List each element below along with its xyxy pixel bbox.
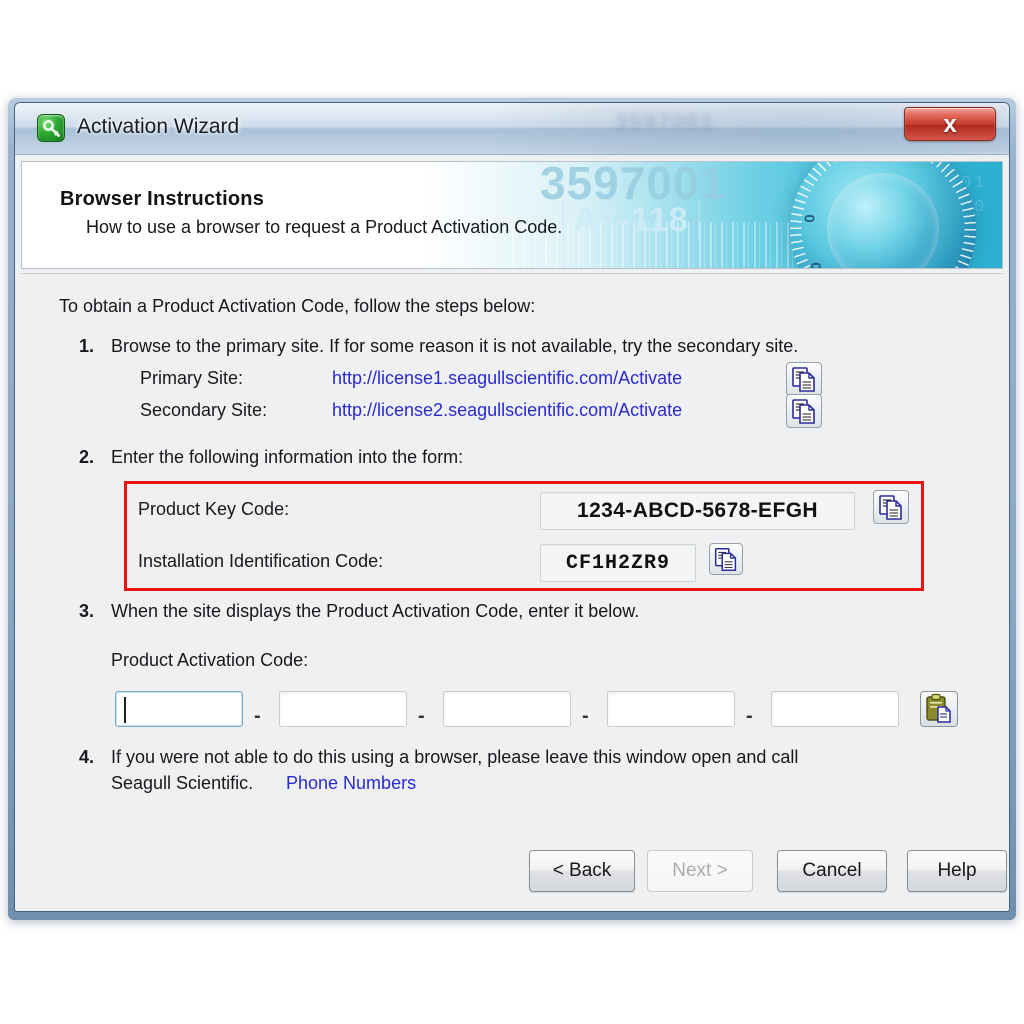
product-key-code-label: Product Key Code: (138, 499, 290, 519)
dial-number-90: 90 (808, 262, 825, 268)
wizard-header-banner: 3597001 A7-118 0101101 1001 1010 0110 01… (21, 161, 1003, 269)
secondary-site-label: Secondary Site: (140, 400, 268, 420)
activation-wizard-window: 3597001 Activation Wizard x 3597001 A7-1… (8, 98, 1016, 920)
page-subtitle: How to use a browser to request a Produc… (86, 217, 563, 237)
step-4-text-line2: Seagull Scientific. (111, 773, 254, 793)
intro-text: To obtain a Product Activation Code, fol… (59, 296, 536, 316)
step-3-text: When the site displays the Product Activ… (111, 601, 640, 621)
primary-site-link[interactable]: http://license1.seagullscientific.com/Ac… (332, 368, 682, 389)
key-icon (37, 114, 65, 142)
banner-code-text: A7-118 (562, 200, 700, 241)
copy-icon (714, 547, 737, 571)
close-icon: x (943, 111, 957, 138)
copy-installation-id-code-button[interactable] (709, 543, 743, 575)
step-4-number: 4. (79, 747, 95, 767)
segment-separator-3: - (582, 705, 589, 727)
step-1-number: 1. (79, 336, 95, 356)
installation-id-code-value: CF1H2ZR9 (565, 551, 670, 575)
activation-segment-5[interactable] (771, 691, 899, 727)
combination-dial-graphic: 0 90 10 (790, 162, 976, 268)
copy-icon (879, 495, 902, 520)
window-inner: 3597001 Activation Wizard x 3597001 A7-1… (14, 102, 1010, 912)
footer-button-bar: < Back Next > Cancel Help (529, 850, 1009, 894)
product-key-code-value: 1234-ABCD-5678-EFGH (576, 499, 818, 522)
product-activation-code-label: Product Activation Code: (111, 650, 309, 670)
activation-segment-4[interactable] (607, 691, 735, 727)
activation-segment-2[interactable] (279, 691, 407, 727)
copy-primary-site-button[interactable] (786, 362, 822, 396)
installation-id-code-value-field: CF1H2ZR9 (540, 544, 696, 582)
step-2-number: 2. (79, 447, 95, 467)
step-2-text: Enter the following information into the… (111, 447, 464, 467)
segment-separator-2: - (418, 705, 425, 727)
next-button: Next > (647, 850, 753, 892)
activation-code-input-row: - - - - (115, 691, 975, 731)
step-4-text-line1: If you were not able to do this using a … (111, 747, 799, 767)
product-key-code-value-field: 1234-ABCD-5678-EFGH (540, 492, 855, 530)
installation-id-code-label: Installation Identification Code: (138, 551, 384, 571)
paste-clipboard-icon (926, 693, 951, 723)
page-title: Browser Instructions (60, 188, 265, 210)
text-caret (124, 697, 126, 723)
copy-icon (792, 399, 815, 424)
activation-segment-3[interactable] (443, 691, 571, 727)
segment-separator-4: - (746, 705, 753, 727)
wizard-body: To obtain a Product Activation Code, fol… (21, 273, 1007, 905)
phone-numbers-link[interactable]: Phone Numbers (286, 773, 416, 794)
dial-number-0: 0 (801, 214, 819, 223)
primary-site-label: Primary Site: (140, 368, 244, 388)
help-button[interactable]: Help (907, 850, 1007, 892)
step-1-text: Browse to the primary site. If for some … (111, 336, 799, 356)
back-button[interactable]: < Back (529, 850, 635, 892)
segment-separator-1: - (254, 705, 261, 727)
title-artifact-digits: 3597001 (615, 109, 715, 134)
window-title: Activation Wizard (77, 115, 240, 138)
title-bar: 3597001 Activation Wizard x (15, 103, 1009, 155)
copy-secondary-site-button[interactable] (786, 394, 822, 428)
cancel-button[interactable]: Cancel (777, 850, 887, 892)
paste-activation-code-button[interactable] (920, 691, 958, 727)
banner-titles: Browser Instructions How to use a browse… (22, 162, 562, 238)
secondary-site-link[interactable]: http://license2.seagullscientific.com/Ac… (332, 400, 682, 421)
close-button[interactable]: x (904, 107, 996, 141)
step-3-number: 3. (79, 601, 95, 621)
activation-segment-1[interactable] (115, 691, 243, 727)
copy-icon (792, 367, 815, 392)
copy-product-key-code-button[interactable] (873, 490, 909, 524)
